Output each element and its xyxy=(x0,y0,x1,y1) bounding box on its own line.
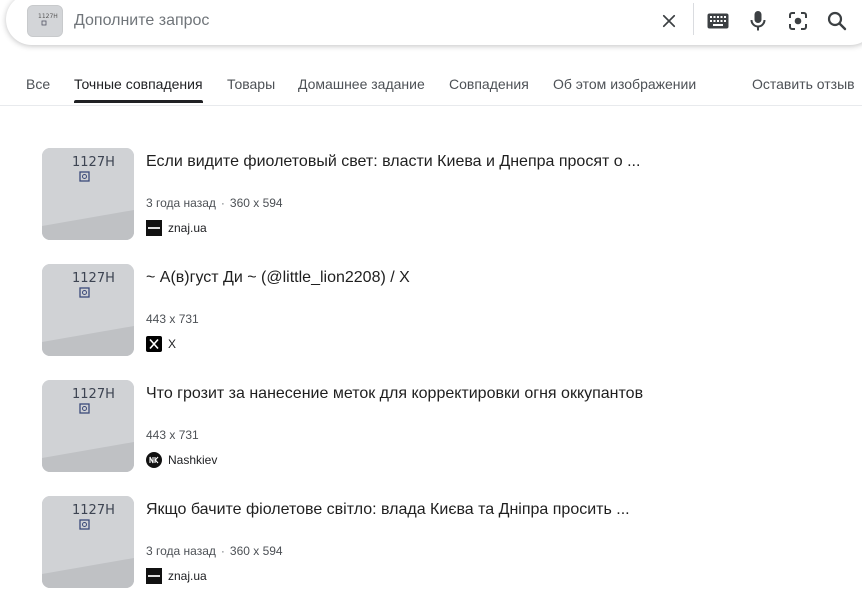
result-title[interactable]: Если видите фиолетовый свет: власти Киев… xyxy=(146,153,640,171)
tabs-divider xyxy=(0,105,862,106)
znaj-favicon xyxy=(146,568,162,584)
microphone-icon[interactable] xyxy=(743,6,773,36)
search-bar-divider xyxy=(693,3,694,35)
result-source[interactable]: X xyxy=(146,336,176,352)
result-thumbnail[interactable]: 1127Н xyxy=(42,264,134,356)
search-icon[interactable] xyxy=(822,6,852,36)
active-tab-indicator xyxy=(74,100,203,103)
result-item: 1127Н Якщо бачите фіолетове світло: влад… xyxy=(0,488,862,588)
tab-products[interactable]: Товары xyxy=(227,76,275,92)
keyboard-icon[interactable] xyxy=(703,6,733,36)
result-size: 443 x 731 xyxy=(146,428,199,442)
result-size: 360 x 594 xyxy=(229,544,283,558)
search-input[interactable] xyxy=(74,7,634,35)
thumb-text: 1127Н xyxy=(72,271,115,286)
result-meta: 3 года назад · 360 x 594 xyxy=(146,544,283,558)
result-size: 360 x 594 xyxy=(229,196,283,210)
meta-separator: · xyxy=(220,196,225,210)
result-title[interactable]: Что грозит за нанесение меток для коррек… xyxy=(146,385,643,403)
meta-separator: · xyxy=(220,544,225,558)
result-meta: 443 x 731 xyxy=(146,312,199,326)
tab-all[interactable]: Все xyxy=(26,76,50,92)
camera-lens-icon[interactable] xyxy=(783,6,813,36)
result-meta: 3 года назад · 360 x 594 xyxy=(146,196,283,210)
result-thumbnail[interactable]: 1127Н xyxy=(42,380,134,472)
result-meta: 443 x 731 xyxy=(146,428,199,442)
query-image-thumbnail[interactable]: 1127Н xyxy=(27,5,63,37)
result-thumbnail[interactable]: 1127Н xyxy=(42,496,134,588)
result-title[interactable]: ~ А(в)густ Ди ~ (@little_lion2208) / X xyxy=(146,269,410,287)
tab-about-image[interactable]: Об этом изображении xyxy=(553,76,696,92)
tab-exact-matches[interactable]: Точные совпадения xyxy=(74,76,203,92)
thumb-text: 1127Н xyxy=(72,503,115,518)
result-item: 1127Н ~ А(в)густ Ди ~ (@little_lion2208)… xyxy=(0,256,862,356)
result-age: 3 года назад xyxy=(146,196,216,210)
znaj-favicon xyxy=(146,220,162,236)
result-source[interactable]: znaj.ua xyxy=(146,568,207,584)
nashkiev-favicon xyxy=(146,452,162,468)
result-source[interactable]: Nashkiev xyxy=(146,452,217,468)
result-source-name: znaj.ua xyxy=(168,569,207,583)
result-thumbnail[interactable]: 1127Н xyxy=(42,148,134,240)
result-source-name: Nashkiev xyxy=(168,453,218,467)
close-icon[interactable] xyxy=(654,6,684,36)
result-item: 1127Н Что грозит за нанесение меток для … xyxy=(0,372,862,472)
tab-matches[interactable]: Совпадения xyxy=(449,76,529,92)
result-source[interactable]: znaj.ua xyxy=(146,220,207,236)
result-age: 3 года назад xyxy=(146,544,216,558)
tab-homework[interactable]: Домашнее задание xyxy=(298,76,425,92)
thumb-text: 1127Н xyxy=(72,387,115,402)
feedback-link[interactable]: Оставить отзыв xyxy=(752,76,855,92)
result-item: 1127Н Если видите фиолетовый свет: власт… xyxy=(0,140,862,240)
result-title[interactable]: Якщо бачите фіолетове світло: влада Києв… xyxy=(146,501,630,519)
query-thumb-text: 1127Н xyxy=(38,13,58,20)
x-favicon xyxy=(146,336,162,352)
result-size: 443 x 731 xyxy=(146,312,199,326)
thumb-text: 1127Н xyxy=(72,155,115,170)
result-source-name: X xyxy=(168,337,177,351)
result-source-name: znaj.ua xyxy=(168,221,207,235)
search-bar: 1127Н xyxy=(6,0,862,45)
